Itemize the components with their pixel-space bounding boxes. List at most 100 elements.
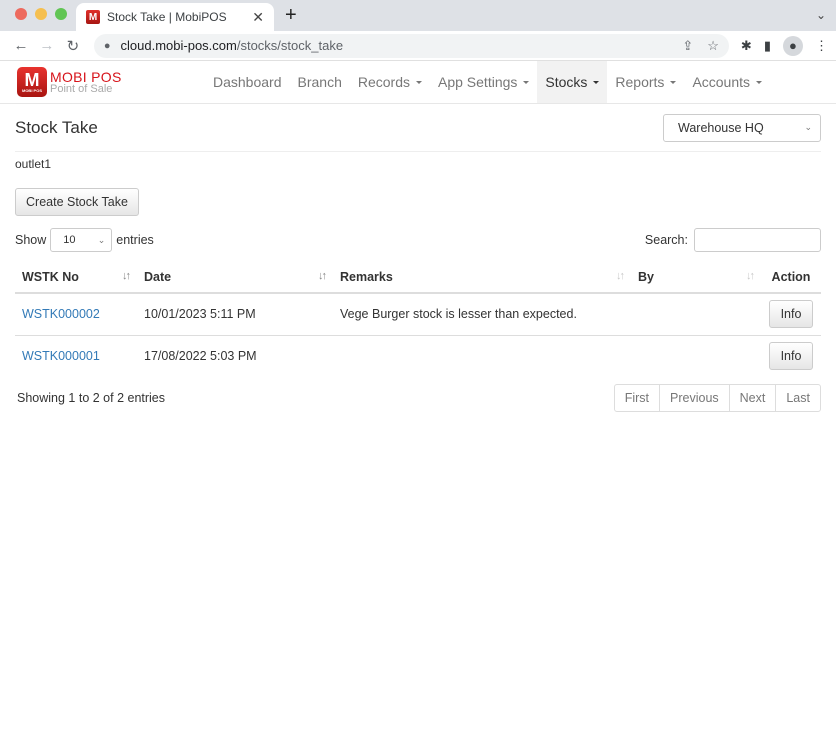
- cell-action: Info: [761, 293, 821, 336]
- warehouse-select-value: Warehouse HQ: [678, 120, 764, 135]
- url-text[interactable]: cloud.mobi-pos.com/stocks/stock_take: [121, 38, 669, 53]
- stock-take-table: WSTK No ↓↑ Date ↓↑ Remarks ↓↑ By ↓↑ Action W…: [15, 261, 821, 377]
- favicon-icon: M: [86, 10, 100, 24]
- profile-avatar-icon[interactable]: ●: [782, 35, 803, 56]
- pagination-last[interactable]: Last: [775, 385, 820, 411]
- search-control: Search:: [645, 228, 821, 252]
- page-length-select[interactable]: 10 ⌄: [50, 228, 113, 252]
- browser-tab[interactable]: M Stock Take | MobiPOS ✕: [76, 3, 274, 31]
- browser-toolbar: ← → ↻ ● cloud.mobi-pos.com/stocks/stock_…: [0, 31, 836, 61]
- column-label: WSTK No: [22, 269, 79, 284]
- browser-tab-bar: M Stock Take | MobiPOS ✕ + ⌄: [0, 0, 836, 31]
- back-icon[interactable]: ←: [8, 37, 34, 54]
- column-label: Date: [144, 269, 172, 284]
- pagination-first[interactable]: First: [615, 385, 659, 411]
- maximize-window-button[interactable]: [55, 8, 67, 20]
- column-header-remarks[interactable]: Remarks ↓↑: [333, 261, 631, 294]
- table-footer: Showing 1 to 2 of 2 entries First Previo…: [15, 384, 821, 412]
- logo-small-text: MOBI POS: [21, 88, 42, 93]
- address-bar[interactable]: ● cloud.mobi-pos.com/stocks/stock_take ⇪…: [93, 33, 729, 58]
- forward-icon[interactable]: →: [34, 37, 60, 54]
- nav-item-accounts[interactable]: Accounts: [684, 61, 770, 103]
- nav-label: Records: [357, 74, 410, 90]
- minimize-window-button[interactable]: [35, 8, 47, 20]
- info-button[interactable]: Info: [768, 342, 814, 371]
- app-navbar: M MOBI POS MOBI POS Point of Sale Dashbo…: [0, 61, 836, 104]
- wstk-no-link[interactable]: WSTK000001: [22, 349, 100, 363]
- share-icon[interactable]: ⇪: [682, 38, 693, 54]
- page-header: Stock Take Warehouse HQ ⌄: [15, 104, 821, 152]
- info-button[interactable]: Info: [768, 300, 814, 329]
- sort-icon: ↓↑: [318, 270, 327, 282]
- table-row: WSTK000002 10/01/2023 5:11 PM Vege Burge…: [15, 293, 821, 336]
- brand-tagline: Point of Sale: [50, 82, 113, 95]
- pagination-previous[interactable]: Previous: [659, 385, 729, 411]
- cell-remarks: [333, 335, 631, 377]
- brand-name: MOBI POS: [50, 68, 122, 85]
- warehouse-select[interactable]: Warehouse HQ ⌄: [663, 113, 821, 142]
- column-label: By: [638, 269, 654, 284]
- column-header-date[interactable]: Date ↓↑: [137, 261, 333, 294]
- chevron-down-icon: ⌄: [804, 122, 812, 132]
- search-label: Search:: [644, 233, 688, 247]
- pagination-next[interactable]: Next: [728, 385, 776, 411]
- window-controls: [15, 8, 67, 20]
- cell-wstk-no: WSTK000002: [15, 293, 137, 336]
- lock-icon: ●: [103, 39, 111, 52]
- page-length-value: 10: [63, 234, 76, 246]
- table-row: WSTK000001 17/08/2022 5:03 PM Info: [15, 335, 821, 377]
- nav-label: Dashboard: [213, 74, 282, 90]
- show-label: Show: [15, 233, 47, 247]
- caret-down-icon: [416, 80, 422, 84]
- nav-label: App Settings: [438, 74, 518, 90]
- cell-remarks: Vege Burger stock is lesser than expecte…: [333, 293, 631, 336]
- table-header-row: WSTK No ↓↑ Date ↓↑ Remarks ↓↑ By ↓↑ Action: [15, 261, 821, 294]
- wstk-no-link[interactable]: WSTK000002: [22, 307, 100, 321]
- page-length-control: Show 10 ⌄ entries: [15, 228, 154, 252]
- bookmark-star-icon[interactable]: ☆: [707, 38, 719, 54]
- create-stock-take-button[interactable]: Create Stock Take: [15, 188, 139, 216]
- sort-icon: ↓↑: [616, 270, 625, 282]
- cell-date: 10/01/2023 5:11 PM: [137, 293, 333, 336]
- browser-menu-icon[interactable]: ⋮: [815, 38, 828, 54]
- entries-label: entries: [116, 233, 154, 247]
- main-content: Stock Take Warehouse HQ ⌄ outlet1 Create…: [0, 104, 836, 412]
- close-tab-icon[interactable]: ✕: [252, 9, 264, 26]
- mobipos-logo-icon: M MOBI POS: [17, 67, 47, 97]
- outlet-label: outlet1: [15, 157, 52, 171]
- table-info: Showing 1 to 2 of 2 entries: [17, 391, 166, 405]
- nav-label: Accounts: [692, 74, 751, 90]
- caret-down-icon: [756, 80, 763, 84]
- tab-search-chevron-icon[interactable]: ⌄: [816, 8, 826, 22]
- cell-action: Info: [761, 335, 821, 377]
- sort-icon: ↓↑: [122, 270, 131, 282]
- column-header-action: Action: [761, 261, 821, 294]
- pagination: First Previous Next Last: [613, 384, 821, 412]
- column-header-wstk-no[interactable]: WSTK No ↓↑: [15, 261, 137, 294]
- column-header-by[interactable]: By ↓↑: [631, 261, 761, 294]
- nav-item-app-settings[interactable]: App Settings: [430, 61, 537, 103]
- cell-by: [631, 293, 761, 336]
- search-input[interactable]: [694, 228, 821, 252]
- caret-down-icon: [593, 80, 600, 84]
- nav-label: Stocks: [545, 74, 588, 90]
- nav-item-branch[interactable]: Branch: [290, 61, 350, 103]
- nav-item-records[interactable]: Records: [350, 61, 430, 103]
- column-label: Remarks: [340, 269, 393, 284]
- nav-label: Branch: [297, 74, 342, 90]
- new-tab-icon[interactable]: +: [285, 4, 297, 27]
- extensions-icon[interactable]: ✱: [741, 38, 752, 54]
- close-window-button[interactable]: [15, 8, 27, 20]
- logo-letter: M: [24, 70, 40, 90]
- brand-logo-link[interactable]: M MOBI POS MOBI POS Point of Sale: [0, 61, 205, 103]
- column-label: Action: [771, 269, 811, 284]
- reload-icon[interactable]: ↻: [60, 37, 86, 55]
- nav-item-reports[interactable]: Reports: [607, 61, 684, 103]
- nav-item-dashboard[interactable]: Dashboard: [205, 61, 290, 103]
- tab-title: Stock Take | MobiPOS: [107, 10, 227, 24]
- sort-icon: ↓↑: [746, 270, 755, 282]
- nav-label: Reports: [615, 74, 665, 90]
- nav-item-stocks[interactable]: Stocks: [537, 61, 608, 103]
- caret-down-icon: [670, 80, 677, 84]
- side-panel-icon[interactable]: ▮: [764, 38, 771, 54]
